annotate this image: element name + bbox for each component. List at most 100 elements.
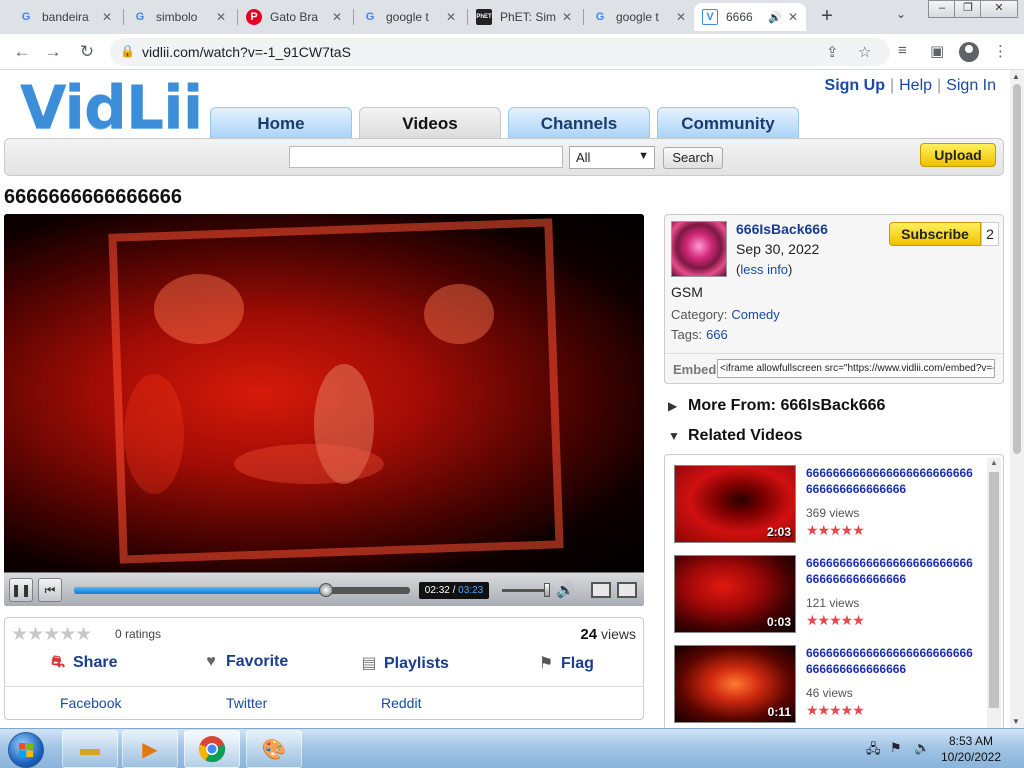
list-item[interactable]: 0:03 66666666666666666666666666666666666… (674, 555, 984, 635)
facebook-link[interactable]: Facebook (60, 695, 121, 711)
scroll-up-arrow-icon[interactable]: ▲ (990, 458, 998, 467)
volume-icon[interactable]: 🔈 (914, 740, 930, 756)
flag-button[interactable]: ⚑ Flag (535, 653, 594, 673)
speaker-icon[interactable]: 🔊 (768, 11, 782, 24)
related-video-title[interactable]: 6666666666666666666666666666666666666666 (806, 645, 974, 677)
nav-tab-home[interactable]: Home (210, 107, 352, 139)
side-panel-icon[interactable]: ▣ (930, 42, 944, 60)
chrome-taskbar-button[interactable] (184, 730, 240, 768)
category-row: Category: Comedy (671, 307, 780, 322)
channel-name-link[interactable]: 666IsBack666 (736, 221, 828, 237)
tab-bandeira[interactable]: G bandeira ✕ (10, 3, 120, 31)
media-player-taskbar-button[interactable]: ▶ (122, 730, 178, 768)
related-list-scrollbar[interactable]: ▲ (987, 458, 1001, 728)
less-info-link[interactable]: less info (740, 262, 788, 277)
video-frame[interactable] (4, 214, 644, 572)
tab-simbolo[interactable]: G simbolo ✕ (124, 3, 234, 31)
system-clock[interactable]: 8:53 AM 10/20/2022 (936, 733, 1006, 765)
close-tab-icon[interactable]: ✕ (216, 10, 226, 24)
list-item[interactable]: 2:03 66666666666666666666666666666666666… (674, 465, 984, 545)
start-button[interactable] (8, 732, 44, 768)
theater-mode-icon[interactable] (591, 582, 611, 598)
close-tab-icon[interactable]: ✕ (788, 10, 798, 24)
upload-button[interactable]: Upload (920, 143, 996, 167)
speaker-icon[interactable]: 🔊 (556, 581, 575, 599)
related-video-title[interactable]: 6666666666666666666666666666666666666666 (806, 555, 974, 587)
rating-stars[interactable]: ★★★★★ (11, 623, 92, 646)
volume-slider[interactable] (502, 583, 550, 597)
share-button[interactable]: ⛐ Share (47, 653, 117, 673)
help-link[interactable]: Help (899, 77, 932, 94)
tag-link[interactable]: 666 (706, 327, 728, 342)
explorer-taskbar-button[interactable]: ▬ (62, 730, 118, 768)
scroll-down-arrow-icon[interactable]: ▼ (1012, 717, 1020, 726)
fullscreen-icon[interactable] (617, 582, 637, 598)
vidlii-logo[interactable]: VidLii (20, 78, 203, 138)
paint-taskbar-button[interactable]: 🎨 (246, 730, 302, 768)
sign-in-link[interactable]: Sign In (946, 77, 996, 94)
profile-avatar-icon[interactable] (959, 42, 979, 62)
share-page-icon[interactable]: ⇪ (826, 43, 839, 61)
nav-tab-videos[interactable]: Videos (359, 107, 501, 139)
maximize-button[interactable]: ❐ (954, 0, 982, 18)
related-videos-header[interactable]: ▼ Related Videos (668, 427, 802, 445)
minimize-button[interactable]: – (928, 0, 956, 18)
volume-handle[interactable] (544, 583, 550, 597)
forward-arrow-icon[interactable]: → (42, 41, 64, 63)
pause-icon[interactable]: ❚❚ (9, 578, 33, 602)
player-controls: ❚❚ ⏮ 02:32 / 03:23 🔊 (4, 572, 644, 606)
media-control-icon[interactable]: ≡ (898, 42, 907, 59)
close-tab-icon[interactable]: ✕ (332, 10, 342, 24)
skip-back-icon[interactable]: ⏮ (38, 578, 62, 602)
new-tab-button[interactable]: + (817, 5, 837, 29)
playlists-button[interactable]: ▤ Playlists (358, 653, 449, 673)
scrollbar-thumb[interactable] (1013, 84, 1021, 454)
related-video-title[interactable]: 6666666666666666666666666666666666666666 (806, 465, 974, 497)
close-tab-icon[interactable]: ✕ (446, 10, 456, 24)
category-link[interactable]: Comedy (731, 307, 779, 322)
action-center-flag-icon[interactable]: ⚑ (890, 740, 902, 756)
nav-tab-channels[interactable]: Channels (508, 107, 650, 139)
network-icon[interactable]: 🖧 (866, 740, 881, 762)
search-input[interactable] (289, 146, 563, 168)
sign-up-link[interactable]: Sign Up (825, 77, 885, 94)
reload-icon[interactable]: ↻ (76, 41, 98, 63)
nav-tab-community[interactable]: Community (657, 107, 799, 139)
upload-date: Sep 30, 2022 (736, 241, 820, 257)
embed-code-field[interactable]: <iframe allowfullscreen src="https://www… (717, 359, 995, 378)
flag-icon: ⚑ (538, 655, 554, 672)
favorite-button[interactable]: ♥ Favorite (200, 653, 288, 671)
reddit-link[interactable]: Reddit (381, 695, 421, 711)
tab-google-1[interactable]: G google t ✕ (354, 3, 464, 31)
chevron-down-icon[interactable]: ⌄ (896, 7, 906, 21)
video-thumbnail[interactable]: 0:03 (674, 555, 796, 633)
close-window-button[interactable]: ✕ (980, 0, 1018, 18)
scroll-up-arrow-icon[interactable]: ▲ (1012, 72, 1020, 81)
tab-vidlii-active[interactable]: V 6666 🔊 ✕ (694, 3, 806, 31)
tab-phet[interactable]: PhET PhET: Sim ✕ (468, 3, 580, 31)
video-thumbnail[interactable]: 0:11 (674, 645, 796, 723)
close-tab-icon[interactable]: ✕ (676, 10, 686, 24)
video-player[interactable]: ❚❚ ⏮ 02:32 / 03:23 🔊 (4, 214, 644, 606)
time-display: 02:32 / 03:23 (419, 582, 489, 599)
close-tab-icon[interactable]: ✕ (562, 10, 572, 24)
seek-handle[interactable] (319, 583, 333, 597)
search-button[interactable]: Search (663, 147, 723, 169)
subscribe-button[interactable]: Subscribe (889, 222, 981, 246)
list-item[interactable]: 0:11 66666666666666666666666666666666666… (674, 645, 984, 725)
star-bookmark-icon[interactable]: ☆ (858, 43, 871, 61)
page-scrollbar[interactable]: ▲ ▼ (1010, 70, 1024, 728)
twitter-link[interactable]: Twitter (226, 695, 267, 711)
tab-gato[interactable]: P Gato Bra ✕ (238, 3, 350, 31)
address-bar[interactable]: 🔒 vidlii.com/watch?v=-1_91CW7taS ⇪ ☆ (110, 38, 890, 66)
tab-google-2[interactable]: G google t ✕ (584, 3, 694, 31)
close-tab-icon[interactable]: ✕ (102, 10, 112, 24)
video-thumbnail[interactable]: 2:03 (674, 465, 796, 543)
search-filter-select[interactable]: All ▼ (569, 146, 655, 169)
scrollbar-thumb[interactable] (989, 472, 999, 708)
more-from-header[interactable]: ▶ More From: 666IsBack666 (668, 397, 885, 415)
seek-bar[interactable] (74, 583, 410, 597)
kebab-menu-icon[interactable]: ⋮ (993, 42, 1008, 60)
back-arrow-icon[interactable]: ← (11, 41, 33, 63)
channel-avatar[interactable] (671, 221, 727, 277)
